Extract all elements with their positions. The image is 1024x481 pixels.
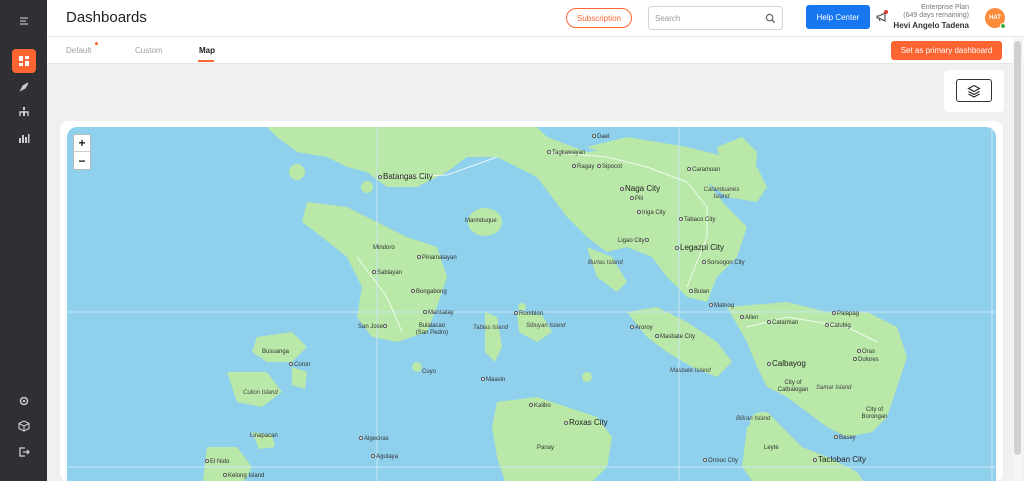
map-label: Maasin — [481, 377, 505, 384]
map-label: Romblon — [514, 311, 543, 318]
map-label: Naga City — [620, 185, 660, 193]
map-label: Tablas Island — [473, 325, 509, 331]
map-label: Sorsogon City — [702, 260, 745, 267]
layer-control-card — [944, 70, 1004, 112]
search-icon[interactable] — [765, 13, 776, 24]
map-label: Matnog — [709, 303, 734, 310]
map-label: Ragay — [572, 164, 594, 171]
map-label: Leyte — [764, 445, 779, 451]
dashboard-icon[interactable] — [12, 49, 36, 73]
map-label: Basey — [834, 435, 856, 442]
map-label: Linapacan — [250, 433, 278, 439]
map-label: Pili — [630, 196, 643, 203]
map-label: Pinamalayan — [417, 255, 457, 262]
map-base-layer — [67, 127, 996, 481]
online-status-dot — [1000, 23, 1006, 29]
map-label: Catarman — [767, 320, 798, 327]
map-label: Kelong Island — [223, 473, 264, 480]
search-box — [648, 6, 783, 30]
map-label: City of Borongan — [861, 407, 888, 420]
map-label: Mansalay — [423, 310, 454, 317]
top-header: Dashboards Subscription Help Center Ente… — [47, 0, 1024, 37]
hierarchy-icon[interactable] — [12, 100, 36, 124]
map-label: Ligao City — [618, 238, 650, 245]
map-card: + − Daet Tagkawayan Ragay Sipocot Caramo… — [60, 121, 1003, 481]
map-label: Batangas City — [378, 173, 433, 181]
map-label: Sablayan — [372, 270, 402, 277]
map-label: City of Catbalogan — [777, 380, 809, 393]
map-label: Marinduque — [465, 218, 497, 224]
logout-icon[interactable] — [12, 440, 36, 464]
map-label: Tabaco City — [679, 217, 715, 224]
plan-name: Enterprise Plan — [921, 4, 969, 11]
zoom-in-button[interactable]: + — [74, 135, 90, 152]
active-tab-underline — [198, 60, 214, 62]
menu-toggle-icon[interactable] — [12, 9, 36, 33]
map-label: Legazpi City — [675, 244, 724, 252]
rocket-icon[interactable] — [12, 75, 36, 99]
map-label: Catubig — [825, 323, 851, 330]
set-primary-dashboard-button[interactable]: Set as primary dashboard — [891, 41, 1002, 60]
map-label: Masbate Island — [670, 368, 711, 374]
map-label: Bulan — [689, 289, 709, 296]
map-label: Oras — [857, 349, 875, 356]
map-label: San Jose — [358, 324, 388, 331]
subscription-button[interactable]: Subscription — [566, 8, 632, 28]
package-icon[interactable] — [12, 414, 36, 438]
tab-default-indicator — [95, 42, 98, 45]
map-label: Bulalacao (San Pedro) — [415, 323, 449, 336]
map-label: Caramoan — [687, 167, 720, 174]
map-label: Catanduanes Island — [703, 187, 740, 200]
map-label: Culion Island — [243, 390, 278, 396]
search-input[interactable] — [655, 11, 763, 25]
map-label: Busuanga — [262, 349, 290, 355]
map-label: Mindoro — [373, 245, 395, 251]
map-label: Samar Island — [816, 385, 852, 391]
map-label: Aroroy — [630, 325, 653, 332]
help-center-button[interactable]: Help Center — [806, 5, 870, 29]
layers-icon — [967, 84, 981, 98]
map-label: Tagkawayan — [547, 150, 585, 157]
map-label: Sipocot — [597, 164, 622, 171]
map-label: Agutaya — [371, 454, 398, 461]
map-label: Cuyo — [422, 369, 437, 375]
map-label: Biliran Island — [736, 416, 771, 422]
map-label: Coron — [289, 362, 310, 369]
map-label: Burias Island — [588, 260, 623, 266]
map-label: Algeciras — [359, 436, 389, 443]
user-info[interactable]: Enterprise Plan (649 days remaining) Hev… — [893, 4, 969, 31]
map-label: Roxas City — [564, 419, 608, 427]
tab-default[interactable]: Default — [66, 46, 91, 55]
tab-bar: Default Custom Map Set as primary dashbo… — [47, 37, 1024, 64]
map-label: El Nido — [205, 459, 229, 466]
map-label: Ormoc City — [703, 458, 738, 465]
plan-remaining: (649 days remaining) — [903, 12, 969, 19]
page-title: Dashboards — [66, 9, 147, 26]
zoom-out-button[interactable]: − — [74, 152, 90, 169]
map-label: Palapag — [832, 311, 859, 318]
map-view[interactable]: + − Daet Tagkawayan Ragay Sipocot Caramo… — [67, 127, 996, 481]
map-label: Sibuyan Island — [526, 323, 566, 329]
analytics-icon[interactable] — [12, 126, 36, 150]
user-name: Hevi Angelo Tadena — [893, 21, 969, 30]
map-label: Tacloban City — [813, 456, 866, 464]
notification-dot — [884, 10, 888, 14]
map-label: Masbate City — [655, 334, 695, 341]
map-label: Bongabong — [411, 289, 447, 296]
map-label: Allen — [740, 315, 758, 322]
map-label: Dolores — [853, 357, 879, 364]
map-label: Panay — [537, 445, 555, 451]
map-label: Iriga City — [637, 210, 666, 217]
settings-icon[interactable] — [12, 389, 36, 413]
map-label: Kalibo — [529, 403, 551, 410]
layers-button[interactable] — [956, 79, 992, 102]
zoom-control: + − — [73, 134, 91, 170]
tab-custom[interactable]: Custom — [135, 46, 163, 55]
scrollbar-thumb[interactable] — [1014, 41, 1021, 455]
map-label: Calbayog — [767, 360, 806, 368]
tab-map[interactable]: Map — [199, 46, 215, 55]
sidebar — [0, 0, 47, 481]
map-label: Daet — [592, 134, 610, 141]
